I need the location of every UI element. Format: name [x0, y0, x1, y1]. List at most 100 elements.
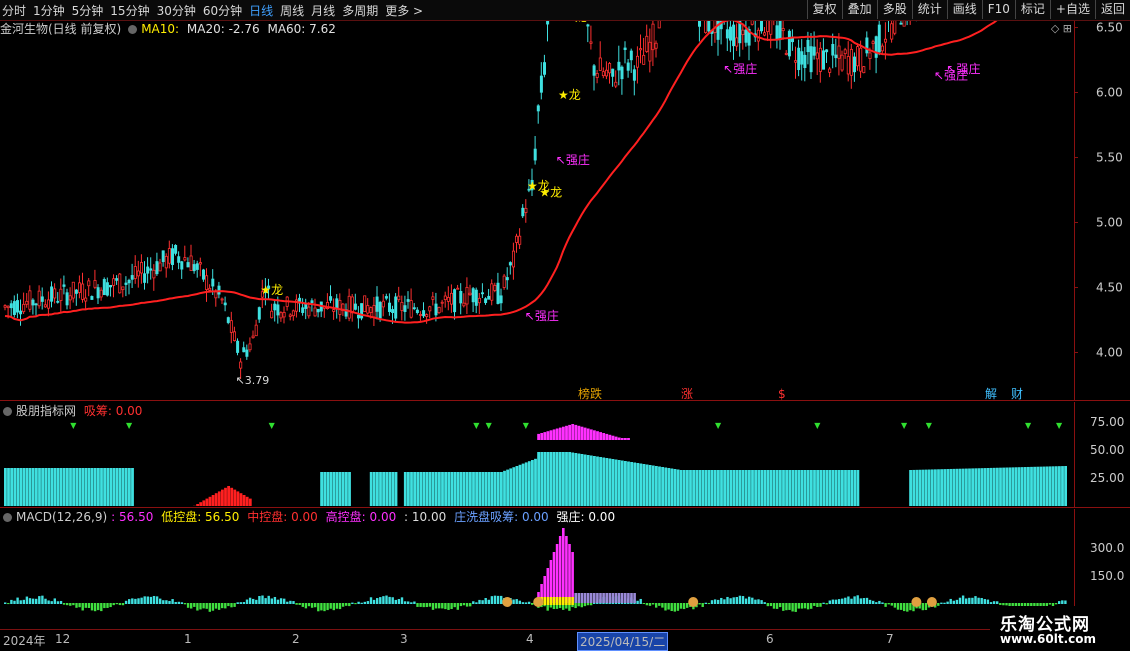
watermark-url: www.60lt.com: [1000, 632, 1096, 646]
year-label: 2024年: [3, 632, 46, 649]
candle-body: [224, 303, 226, 305]
macd-purple-bar: [615, 593, 618, 603]
macd-bar: [419, 603, 421, 607]
tool-button-3[interactable]: 统计: [912, 0, 947, 19]
period-tab-5[interactable]: 60分钟: [203, 2, 242, 19]
macd-bar: [168, 601, 170, 604]
macd-bar: [974, 596, 976, 604]
tool-button-5[interactable]: F10: [982, 0, 1015, 19]
candle-body: [336, 299, 338, 309]
settings-dot-icon[interactable]: [128, 25, 137, 34]
macd-bar: [457, 603, 459, 610]
ind-bar: [472, 472, 475, 506]
macd-bar: [776, 603, 778, 609]
ind-absorb-bar: [556, 429, 559, 441]
ind-bar: [711, 470, 714, 506]
ind-marker: ▼: [901, 421, 908, 430]
tool-button-8[interactable]: 返回: [1095, 0, 1130, 19]
macd-bar: [147, 596, 149, 604]
ind-bar: [44, 468, 47, 506]
ind-bar: [85, 468, 88, 506]
kline-chart[interactable]: 8.508.007.507.006.506.005.505.004.504.00…: [0, 21, 1130, 401]
pane-corner-buttons[interactable]: ◇ ⊞: [1051, 22, 1072, 35]
ind-bar: [237, 491, 240, 506]
macd-bar: [705, 603, 707, 604]
macd-bar: [140, 598, 142, 604]
macd-bar: [388, 597, 390, 604]
indicator-chart[interactable]: 75.0050.0025.00▼▼▼▼▼▼▼▼▼▼▼▼: [0, 402, 1130, 508]
macd-bar: [280, 598, 282, 604]
candle-body: [785, 53, 787, 54]
indicator-settings-icon[interactable]: [3, 407, 12, 416]
ind-bar: [128, 468, 131, 506]
candle-body: [658, 21, 660, 28]
ind-bar: [779, 470, 782, 506]
tool-button-1[interactable]: 叠加: [842, 0, 877, 19]
indicator-pane-header: 股朋指标网 吸筹: 0.00: [0, 403, 146, 419]
ind-bar: [934, 469, 937, 506]
period-tab-1[interactable]: 1分钟: [33, 2, 65, 19]
macd-bar: [488, 600, 490, 604]
macd-bar: [26, 597, 28, 604]
period-tab-8[interactable]: 月线: [311, 2, 335, 19]
ind-bar: [1005, 468, 1008, 506]
ind-bar: [813, 470, 816, 506]
candle-body: [416, 310, 418, 312]
macd-bar: [475, 602, 477, 604]
period-tab-2[interactable]: 5分钟: [72, 2, 104, 19]
price-tick-label: 5.50: [1096, 151, 1123, 165]
candle-body: [860, 48, 862, 71]
main-pane-header: 金河生物(日线 前复权)MA10: MA20: -2.76 MA60: 7.62: [0, 21, 340, 37]
candle-body: [506, 278, 508, 280]
macd-tick-label: 150.0: [1090, 569, 1124, 583]
low-price-label: ↖3.79: [236, 374, 270, 387]
macd-bar: [258, 596, 260, 604]
period-tab-7[interactable]: 周线: [280, 2, 304, 19]
ind-bar: [835, 470, 838, 506]
zhuang-signal: ↖强庄: [946, 61, 980, 76]
period-tab-10[interactable]: 更多 >: [385, 2, 423, 19]
tool-button-2[interactable]: 多股: [877, 0, 912, 19]
tool-button-4[interactable]: 画线: [947, 0, 982, 19]
tool-button-0[interactable]: 复权: [807, 0, 842, 19]
macd-bar: [305, 603, 307, 608]
ind-bar: [844, 470, 847, 506]
macd-bar: [63, 603, 65, 605]
low-control: 低控盘: 56.50: [161, 510, 239, 524]
macd-bar: [66, 603, 68, 605]
ind-bar: [804, 470, 807, 506]
ind-bar: [720, 470, 723, 506]
candle-body: [791, 38, 793, 41]
candle-body: [615, 82, 617, 86]
candle-body: [255, 325, 257, 336]
ind-bar: [612, 459, 615, 506]
ind-bar: [503, 471, 506, 506]
period-tab-6[interactable]: 日线: [249, 2, 273, 19]
macd-bar: [516, 599, 518, 604]
ind-bar: [441, 472, 444, 506]
candle-body: [339, 300, 341, 314]
macd-bar: [714, 599, 716, 604]
candle-body: [500, 296, 502, 303]
macd-bar: [432, 603, 434, 610]
dragon-signal: ★龙: [260, 283, 283, 297]
candle-body: [655, 43, 657, 48]
period-tab-3[interactable]: 15分钟: [110, 2, 149, 19]
candle-body: [243, 348, 245, 352]
ind-bar: [578, 454, 581, 507]
candle-body: [175, 245, 177, 253]
period-tab-4[interactable]: 30分钟: [157, 2, 196, 19]
ind-bar: [407, 472, 410, 506]
tool-button-6[interactable]: 标记: [1015, 0, 1050, 19]
ind-bar: [643, 464, 646, 506]
period-tab-0[interactable]: 分时: [2, 2, 26, 19]
tool-button-7[interactable]: +自选: [1050, 0, 1095, 19]
candle-body: [636, 56, 638, 67]
candle-body: [829, 69, 831, 72]
macd-chart[interactable]: 300.0150.0: [0, 509, 1130, 629]
macd-settings-icon[interactable]: [3, 513, 12, 522]
ind-bar: [240, 493, 243, 506]
period-tab-9[interactable]: 多周期: [342, 2, 378, 19]
ind-bar: [751, 470, 754, 506]
ind-bar: [950, 469, 953, 506]
